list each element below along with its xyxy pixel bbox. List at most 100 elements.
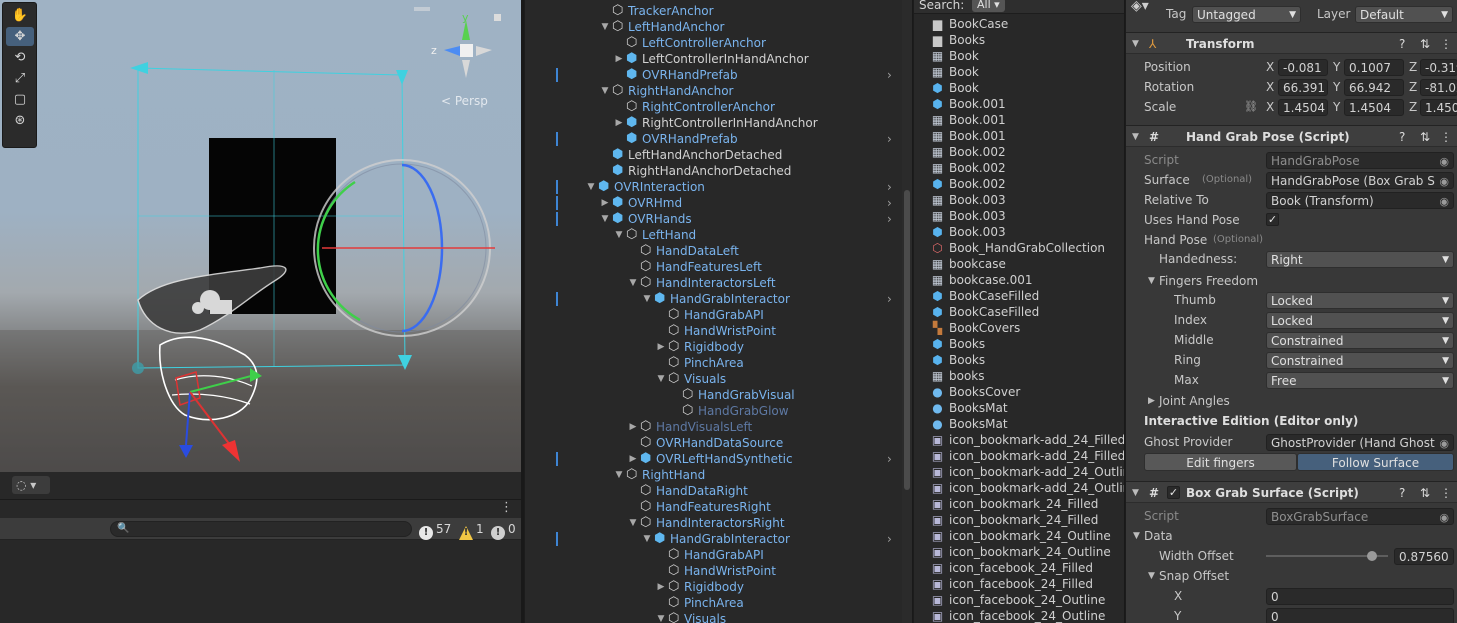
hand-tool-button[interactable]: ✋ <box>6 6 34 25</box>
hierarchy-item[interactable]: ⬡ HandGrabGlow <box>525 403 900 419</box>
fold-open-icon[interactable]: ▼ <box>641 531 653 547</box>
transform-header[interactable]: ▼ ⅄ Transform ? ⇅ ⋮ <box>1126 32 1457 54</box>
open-prefab-chevron-icon[interactable]: › <box>887 451 892 467</box>
hierarchy-item[interactable]: ▼ ⬡ RightHandAnchor <box>525 83 900 99</box>
hierarchy-item[interactable]: ▶ ⬢ LeftControllerInHandAnchor <box>525 51 900 67</box>
fold-closed-icon[interactable]: ▶ <box>613 51 625 67</box>
project-asset-item[interactable]: ▦ Book.002 <box>914 144 1124 160</box>
rotation-z-field[interactable]: -81.02( <box>1420 79 1457 96</box>
component-menu-icon[interactable]: ⋮ <box>1440 485 1452 501</box>
hierarchy-scrollbar[interactable] <box>902 0 912 623</box>
open-prefab-chevron-icon[interactable]: › <box>887 291 892 307</box>
fold-open-icon[interactable]: ▼ <box>641 291 653 307</box>
error-count-toggle[interactable]: ! 57 <box>419 520 451 540</box>
width-offset-field[interactable]: 0.87560 <box>1394 548 1454 565</box>
hierarchy-item[interactable]: ⬡ LeftControllerAnchor <box>525 35 900 51</box>
project-asset-item[interactable]: ▦ Book <box>914 64 1124 80</box>
position-y-field[interactable]: 0.1007 <box>1344 59 1404 76</box>
hierarchy-item[interactable]: ▼ ⬢ OVRInteraction › <box>525 179 900 195</box>
hierarchy-item[interactable]: ▼ ⬡ Visuals <box>525 371 900 387</box>
hand-grab-pose-header[interactable]: ▼ # Hand Grab Pose (Script) ? ⇅ ⋮ <box>1126 125 1457 147</box>
hierarchy-item[interactable]: ⬢ OVRHandPrefab › <box>525 131 900 147</box>
transform-tool-button[interactable]: ⊛ <box>6 111 34 130</box>
project-asset-item[interactable]: ▣ icon_bookmark_24_Outline <box>914 528 1124 544</box>
open-prefab-chevron-icon[interactable]: › <box>887 131 892 147</box>
hierarchy-item[interactable]: ▼ ⬡ HandInteractorsLeft <box>525 275 900 291</box>
finger-freedom-dropdown[interactable]: Locked ▼ <box>1266 292 1454 309</box>
scale-y-field[interactable]: 1.4504 <box>1344 99 1404 116</box>
fold-closed-icon[interactable]: ▶ <box>627 451 639 467</box>
warning-count-toggle[interactable]: ! 1 <box>459 520 484 540</box>
help-icon[interactable]: ? <box>1399 485 1405 501</box>
move-tool-button[interactable]: ✥ <box>6 27 34 46</box>
fold-closed-icon[interactable]: ▶ <box>627 419 639 435</box>
scale-z-field[interactable]: 1.4504 <box>1420 99 1457 116</box>
gizmo-toggle-button[interactable]: ◌ ▾ <box>12 476 50 494</box>
fold-closed-icon[interactable]: ▶ <box>655 579 667 595</box>
hierarchy-item[interactable]: ⬡ HandFeaturesLeft <box>525 259 900 275</box>
hierarchy-item[interactable]: ▶ ⬡ HandVisualsLeft <box>525 419 900 435</box>
project-asset-item[interactable]: ▣ icon_facebook_24_Outline <box>914 592 1124 608</box>
project-asset-item[interactable]: ▦ Book.003 <box>914 208 1124 224</box>
snap-y-field[interactable]: 0 <box>1266 608 1454 623</box>
project-asset-item[interactable]: ⬢ BookCaseFilled <box>914 288 1124 304</box>
fold-arrow-icon[interactable]: ▼ <box>1132 482 1139 504</box>
fold-arrow-icon[interactable]: ▼ <box>1133 526 1140 546</box>
open-prefab-chevron-icon[interactable]: › <box>887 67 892 83</box>
fold-open-icon[interactable]: ▼ <box>599 83 611 99</box>
fold-open-icon[interactable]: ▼ <box>599 19 611 35</box>
project-asset-item[interactable]: ▣ icon_bookmark-add_24_Filled <box>914 448 1124 464</box>
rotation-x-field[interactable]: 66.391 <box>1278 79 1328 96</box>
project-asset-item[interactable]: ▦ bookcase.001 <box>914 272 1124 288</box>
tag-dropdown[interactable]: Untagged ▼ <box>1192 6 1301 23</box>
fold-open-icon[interactable]: ▼ <box>599 211 611 227</box>
open-prefab-chevron-icon[interactable]: › <box>887 179 892 195</box>
project-asset-item[interactable]: ⬢ BookCaseFilled <box>914 304 1124 320</box>
position-x-field[interactable]: -0.081 <box>1278 59 1328 76</box>
hierarchy-item[interactable]: ⬡ HandDataLeft <box>525 243 900 259</box>
layer-dropdown[interactable]: Default ▼ <box>1355 6 1453 23</box>
hierarchy-item[interactable]: ⬡ HandFeaturesRight <box>525 499 900 515</box>
project-asset-item[interactable]: ▆ Books <box>914 32 1124 48</box>
finger-freedom-dropdown[interactable]: Constrained ▼ <box>1266 352 1454 369</box>
fold-arrow-icon[interactable]: ▼ <box>1148 271 1155 291</box>
script-field[interactable]: BoxGrabSurface ◉ <box>1266 508 1454 525</box>
project-asset-item[interactable]: ⬢ Book.002 <box>914 176 1124 192</box>
project-asset-item[interactable]: ● BooksMat <box>914 416 1124 432</box>
presets-icon[interactable]: ⇅ <box>1420 36 1430 52</box>
hierarchy-item[interactable]: ⬡ HandGrabVisual <box>525 387 900 403</box>
object-picker-icon[interactable]: ◉ <box>1439 435 1449 450</box>
search-scope-dropdown[interactable]: All ▾ <box>972 0 1005 12</box>
hierarchy-item[interactable]: ▶ ⬡ Rigidbody <box>525 339 900 355</box>
hierarchy-item[interactable]: ▶ ⬢ OVRHmd › <box>525 195 900 211</box>
hierarchy-item[interactable]: ▼ ⬡ Visuals <box>525 611 900 623</box>
fold-open-icon[interactable]: ▼ <box>613 467 625 483</box>
object-picker-icon[interactable]: ◉ <box>1439 193 1449 208</box>
project-asset-item[interactable]: ▦ Book.001 <box>914 128 1124 144</box>
object-picker-icon[interactable]: ◉ <box>1439 173 1449 188</box>
fold-closed-icon[interactable]: ▶ <box>613 115 625 131</box>
relative-to-field[interactable]: Book (Transform) ◉ <box>1266 192 1454 209</box>
ghost-provider-field[interactable]: GhostProvider (Hand Ghost ◉ <box>1266 434 1454 451</box>
finger-freedom-dropdown[interactable]: Locked ▼ <box>1266 312 1454 329</box>
fold-open-icon[interactable]: ▼ <box>627 275 639 291</box>
help-icon[interactable]: ? <box>1399 129 1405 145</box>
project-asset-item[interactable]: ⬡ Book_HandGrabCollection <box>914 240 1124 256</box>
project-asset-item[interactable]: ▦ Book.001 <box>914 112 1124 128</box>
object-picker-icon[interactable]: ◉ <box>1439 509 1449 524</box>
project-asset-item[interactable]: ▆ BookCase <box>914 16 1124 32</box>
component-menu-icon[interactable]: ⋮ <box>1440 129 1452 145</box>
fold-open-icon[interactable]: ▼ <box>613 227 625 243</box>
fold-open-icon[interactable]: ▼ <box>655 611 667 623</box>
project-asset-item[interactable]: ⬢ Book.001 <box>914 96 1124 112</box>
hierarchy-item[interactable]: ⬢ RightHandAnchorDetached <box>525 163 900 179</box>
hierarchy-item[interactable]: ⬢ LeftHandAnchorDetached <box>525 147 900 163</box>
width-offset-slider-knob[interactable] <box>1367 551 1378 561</box>
open-prefab-chevron-icon[interactable]: › <box>887 195 892 211</box>
project-asset-item[interactable]: ▦ books <box>914 368 1124 384</box>
fold-arrow-icon[interactable]: ▼ <box>1132 126 1139 148</box>
fingers-freedom-row[interactable]: ▼ Fingers Freedom <box>1126 271 1457 291</box>
rect-tool-button[interactable]: ▢ <box>6 90 34 109</box>
hierarchy-item[interactable]: ▶ ⬢ RightControllerInHandAnchor <box>525 115 900 131</box>
fold-open-icon[interactable]: ▼ <box>655 371 667 387</box>
